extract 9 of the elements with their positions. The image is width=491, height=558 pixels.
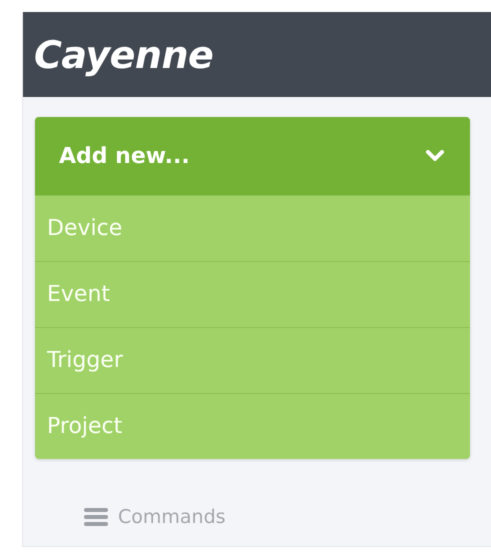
add-new-button[interactable]: Add new...: [35, 117, 470, 195]
app-logo: Cayenne: [34, 32, 214, 76]
sidebar-item[interactable]: Commands: [84, 502, 491, 532]
chevron-icon: [426, 150, 444, 162]
menu-item[interactable]: Project: [35, 393, 470, 459]
menu-icon: [84, 507, 108, 527]
menu-item[interactable]: Event: [35, 261, 470, 327]
menu-item[interactable]: Device: [35, 195, 470, 261]
menu-item[interactable]: Trigger: [35, 327, 470, 393]
